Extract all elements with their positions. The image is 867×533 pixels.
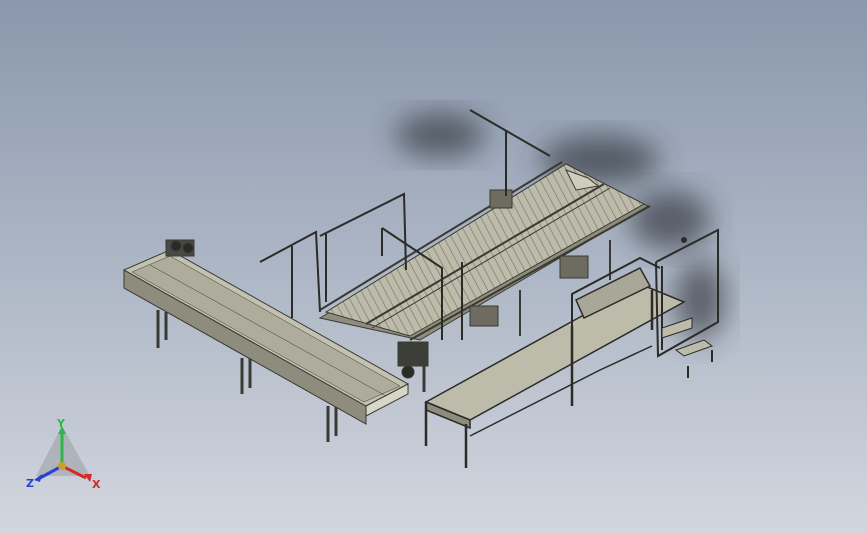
y-axis-label: Y	[56, 418, 66, 430]
z-axis-label: Z	[26, 477, 34, 490]
conveyor-assembly-model[interactable]	[0, 0, 867, 533]
roller-conveyor-bed[interactable]	[318, 161, 651, 392]
x-axis-label: X	[92, 478, 101, 491]
triad-origin	[58, 462, 66, 470]
graphics-viewport[interactable]: Y X Z	[0, 0, 867, 533]
left-belt-conveyor[interactable]	[122, 239, 410, 442]
coordinate-triad: Y X Z	[26, 418, 101, 491]
